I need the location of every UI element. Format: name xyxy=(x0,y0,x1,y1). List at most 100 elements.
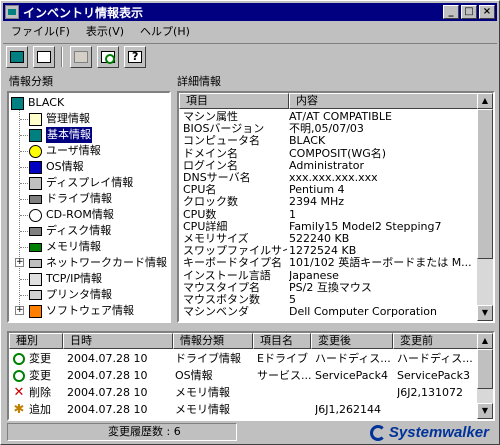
detail-key: ドメイン名 xyxy=(183,147,238,160)
detail-header-content[interactable]: 内容 xyxy=(289,93,479,109)
toolbar-tree-button[interactable] xyxy=(6,45,28,68)
toolbar-refresh-button[interactable] xyxy=(97,45,119,68)
detail-key: インストール言語 xyxy=(183,269,271,282)
title-bar[interactable]: インベントリ情報表示 _ □ × xyxy=(3,3,497,21)
history-cell-date: 2004.07.28 10:31:26 xyxy=(67,403,147,416)
detail-key: クロック数 xyxy=(183,196,238,209)
detail-row[interactable]: メモリサイズ 522240 KB xyxy=(179,233,479,245)
menu-help[interactable]: ヘルプ(H) xyxy=(132,23,198,39)
tree-item[interactable]: CD-ROM情報 xyxy=(29,207,114,223)
maximize-button[interactable]: □ xyxy=(461,5,477,19)
history-cell-date: 2004.07.28 10:31:26 xyxy=(67,386,147,399)
menu-file[interactable]: ファイル(F) xyxy=(3,23,78,39)
tree-line xyxy=(20,247,28,248)
toolbar-help-button[interactable] xyxy=(124,45,146,68)
minimize-button[interactable]: _ xyxy=(443,5,459,19)
detail-row[interactable]: クロック数 2394 MHz xyxy=(179,196,479,208)
scroll-up-icon[interactable]: ▲ xyxy=(477,93,493,109)
scroll-thumb[interactable] xyxy=(477,349,493,389)
scroll-down-icon[interactable]: ▼ xyxy=(477,305,493,321)
detail-header-item[interactable]: 項目 xyxy=(179,93,289,109)
detail-key: CPU名 xyxy=(183,184,217,197)
detail-row[interactable]: ログイン名 Administrator xyxy=(179,160,479,172)
tree-item-label: プリンタ情報 xyxy=(46,288,112,301)
history-header-type[interactable]: 種別 xyxy=(9,333,63,349)
detail-row[interactable]: マウスタイプ名 PS/2 互換マウス xyxy=(179,282,479,294)
list-icon xyxy=(74,50,88,63)
tree-item[interactable]: ユーザ情報 xyxy=(29,143,101,159)
history-header-category[interactable]: 情報分類 xyxy=(173,333,253,349)
detail-row[interactable]: マシン属性 AT/AT COMPATIBLE xyxy=(179,111,479,123)
history-cell-before: ServicePack3 xyxy=(397,369,470,382)
menu-view[interactable]: 表示(V) xyxy=(78,23,132,39)
tree-item[interactable]: メモリ情報 xyxy=(29,239,101,255)
tree-item-label: ディスク情報 xyxy=(46,224,112,237)
history-row[interactable]: 変更2004.07.28 10:31:26ドライブ情報Eドライブハードディス..… xyxy=(9,350,479,368)
history-header-after[interactable]: 変更後 xyxy=(311,333,393,349)
detail-row[interactable]: マウスボタン数 5 xyxy=(179,294,479,306)
history-row[interactable]: 変更2004.07.28 10:31:26OS情報サービス...ServiceP… xyxy=(9,367,479,385)
tree-item[interactable]: OS情報 xyxy=(29,159,84,175)
tree-expander[interactable]: + xyxy=(15,306,24,315)
help-icon xyxy=(128,50,142,63)
scroll-down-icon[interactable]: ▼ xyxy=(477,403,493,419)
tree-item[interactable]: 基本情報 xyxy=(29,127,92,143)
tree-root[interactable]: BLACK xyxy=(11,95,64,111)
status-bar: 変更履歴数 : 6 Systemwalker xyxy=(3,422,497,442)
detail-value: BLACK xyxy=(289,135,326,148)
tree-item[interactable]: TCP/IP情報 xyxy=(29,271,102,287)
tree-item[interactable]: ディスク情報 xyxy=(29,223,111,239)
tree-item[interactable]: ディスプレイ情報 xyxy=(29,175,133,191)
detail-scrollbar[interactable]: ▲ ▼ xyxy=(477,93,493,321)
tree-item-label: ドライブ情報 xyxy=(46,192,112,205)
detail-value: 1272524 KB xyxy=(289,245,357,258)
detail-key: マシンベンダ xyxy=(183,306,249,319)
tree-item[interactable]: ネットワークカード情報 xyxy=(29,255,167,271)
detail-row[interactable]: ドメイン名 COMPOSIT(WG名) xyxy=(179,148,479,160)
detail-panel-label: 詳細情報 xyxy=(177,75,221,88)
scroll-thumb[interactable] xyxy=(477,109,493,259)
detail-row[interactable]: CPU詳細 Family15 Model2 Stepping7 xyxy=(179,221,479,233)
history-row[interactable]: ✕削除2004.07.28 10:31:26メモリ情報J6J2,131072 xyxy=(9,384,479,402)
network-view-icon xyxy=(37,50,51,63)
category-tree[interactable]: BLACK 管理情報 基本情報 ユーザ情報 OS情報 ディスプレイ情報 ドライブ情報 CD-… xyxy=(7,91,171,323)
history-row[interactable]: ✱追加2004.07.28 10:31:26メモリ情報J6J1,262144 xyxy=(9,401,479,419)
logo-text: Systemwalker xyxy=(388,424,489,441)
history-cell-after: ハードディス... xyxy=(315,352,391,365)
tree-item[interactable]: ソフトウェア情報 xyxy=(29,303,134,319)
detail-row[interactable]: CPU数 1 xyxy=(179,209,479,221)
toolbar-list-button[interactable] xyxy=(70,45,92,68)
history-header-before[interactable]: 変更前 xyxy=(393,333,479,349)
tree-item[interactable]: ドライブ情報 xyxy=(29,191,112,207)
detail-value: Dell Computer Corporation xyxy=(289,306,438,319)
tree-line xyxy=(20,119,28,120)
detail-row[interactable]: BIOSバージョン 不明,05/07/03 xyxy=(179,123,479,135)
systemwalker-logo: Systemwalker xyxy=(369,424,489,441)
tree-item[interactable]: プリンタ情報 xyxy=(29,287,112,303)
detail-row[interactable]: CPU名 Pentium 4 xyxy=(179,184,479,196)
history-scrollbar[interactable]: ▲ ▼ xyxy=(477,333,493,419)
detail-value: Administrator xyxy=(289,159,364,172)
detail-list[interactable]: 項目 内容 マシン属性 AT/AT COMPATIBLE BIOSバージョン 不明,0… xyxy=(177,91,495,323)
history-header-date[interactable]: 日時 xyxy=(63,333,173,349)
tree-item[interactable]: 管理情報 xyxy=(29,111,90,127)
detail-row[interactable]: インストール言語 Japanese xyxy=(179,270,479,282)
doc-icon xyxy=(29,112,42,126)
close-button[interactable]: × xyxy=(479,5,495,19)
detail-row[interactable]: コンピュータ名 BLACK xyxy=(179,135,479,147)
detail-key: コンピュータ名 xyxy=(183,135,260,148)
tree-item-label: ソフトウェア情報 xyxy=(46,304,134,317)
refresh-icon xyxy=(101,50,115,64)
history-header-item[interactable]: 項目名 xyxy=(253,333,311,349)
tree-item-label: ディスプレイ情報 xyxy=(46,176,134,189)
tree-expander[interactable]: + xyxy=(15,258,24,267)
detail-key: スワップファイルサイズ xyxy=(183,245,287,258)
toolbar-network-button[interactable] xyxy=(33,45,55,68)
scroll-up-icon[interactable]: ▲ xyxy=(477,333,493,349)
detail-row[interactable]: スワップファイルサイズ1272524 KB xyxy=(179,245,479,257)
detail-row[interactable]: キーボードタイプ名 101/102 英語キーボードまたは M... xyxy=(179,257,479,269)
change-history-list[interactable]: 種別 日時 情報分類 項目名 変更後 変更前 変更2004.07.28 10:3… xyxy=(7,331,495,421)
history-cell-category: ドライブ情報 xyxy=(175,352,241,365)
detail-row[interactable]: DNSサーバ名 xxx.xxx.xxx.xxx xyxy=(179,172,479,184)
detail-row[interactable]: マシンベンダ Dell Computer Corporation xyxy=(179,306,479,318)
